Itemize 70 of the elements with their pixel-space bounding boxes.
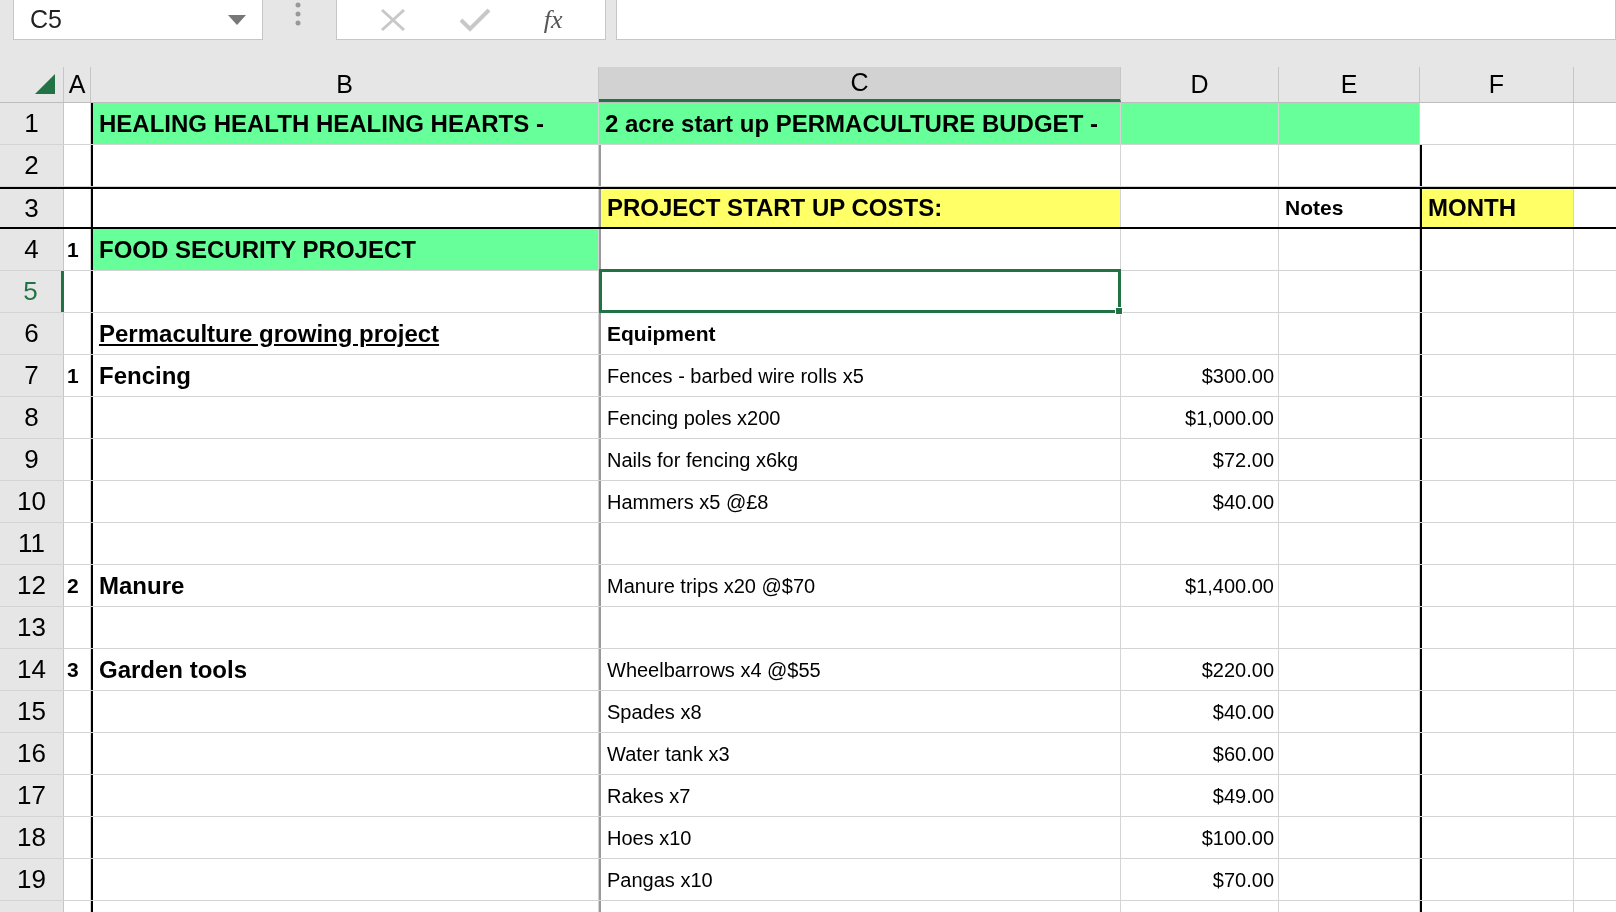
cell-text: $1,400.00 [1185, 573, 1275, 599]
cell-text: Water tank x3 [606, 741, 730, 767]
cell-text: Rakes x7 [606, 783, 691, 809]
row-header[interactable]: 5 [0, 271, 64, 312]
cell-text: Spades x8 [606, 699, 702, 725]
row-header[interactable]: 1 [0, 103, 64, 144]
row-header[interactable]: 7 [0, 355, 64, 396]
name-box[interactable]: C5 [13, 0, 263, 40]
insert-function-button[interactable]: fx [543, 0, 563, 39]
cell-text: $100.00 [1201, 825, 1275, 851]
cell-text: 2 [66, 572, 79, 599]
cell-text: Equipment [606, 320, 716, 347]
cell-text: $70.00 [1212, 867, 1275, 893]
column-header[interactable]: A [64, 67, 91, 102]
row-header[interactable]: 19 [0, 859, 64, 900]
cell-text: Manure [98, 570, 185, 601]
cell-text: $40.00 [1212, 699, 1275, 725]
cell-text: $300.00 [1201, 363, 1275, 389]
row-header[interactable]: 16 [0, 733, 64, 774]
cell-text: Permaculture growing project [98, 318, 440, 349]
cell-text: Garden tools [98, 654, 248, 685]
cell-text: Hammers x5 @£8 [606, 489, 769, 515]
row-header[interactable]: 18 [0, 817, 64, 858]
row-header[interactable]: 6 [0, 313, 64, 354]
cell-text: 1 [66, 236, 79, 263]
cell-text: $220.00 [1201, 657, 1275, 683]
cell-text: MONTH [1427, 193, 1516, 223]
cell-text: Pangas x10 [606, 867, 713, 893]
column-header[interactable]: D [1121, 67, 1279, 102]
close-icon[interactable] [379, 7, 406, 32]
cell-reference: C5 [30, 3, 62, 35]
column-header[interactable]: C [599, 67, 1121, 102]
row-header[interactable]: 15 [0, 691, 64, 732]
cell-text: $72.00 [1212, 447, 1275, 473]
row-header[interactable]: 8 [0, 397, 64, 438]
cell-text: Nails for fencing x6kg [606, 447, 799, 473]
formula-input[interactable] [616, 0, 1616, 40]
cell-text: PROJECT START UP COSTS: [606, 193, 943, 223]
cell-text: Manure trips x20 @$70 [606, 573, 816, 599]
cell-text: Wheelbarrows x4 @$55 [606, 657, 821, 683]
row-header[interactable]: 10 [0, 481, 64, 522]
drag-handle-icon[interactable] [295, 2, 301, 26]
row-header[interactable]: 9 [0, 439, 64, 480]
cell-text: 3 [66, 656, 79, 683]
cell-text: 2 acre start up PERMACULTURE BUDGET - [604, 108, 1098, 139]
cell-text: Fences - barbed wire rolls x5 [606, 363, 864, 389]
cell-text: Fencing poles x200 [606, 405, 781, 431]
row-header[interactable]: 11 [0, 523, 64, 564]
cell-text: HEALING HEALTH HEALING HEARTS - [98, 108, 544, 139]
cell-text: $40.00 [1212, 489, 1275, 515]
row-header[interactable]: 17 [0, 775, 64, 816]
cell-text: 1 [66, 362, 79, 389]
column-header[interactable]: E [1279, 67, 1420, 102]
row-header[interactable]: 13 [0, 607, 64, 648]
row-header[interactable]: 12 [0, 565, 64, 606]
row-header[interactable]: 14 [0, 649, 64, 690]
triangle-icon [35, 74, 55, 94]
row-header[interactable]: 3 [0, 189, 64, 227]
checkmark-icon[interactable] [458, 7, 491, 32]
dropdown-caret-icon[interactable] [228, 14, 246, 25]
cell-text: Hoes x10 [606, 825, 692, 851]
cell-text: Notes [1284, 195, 1344, 222]
cell-text: Fencing [98, 360, 191, 391]
cell-text: $60.00 [1212, 741, 1275, 767]
cell-text: $49.00 [1212, 783, 1275, 809]
row-header[interactable]: 4 [0, 229, 64, 270]
row-header[interactable]: 2 [0, 145, 64, 186]
column-header[interactable]: F [1420, 67, 1574, 102]
cell-text: $1,000.00 [1185, 405, 1275, 431]
cell-text: FOOD SECURITY PROJECT [98, 234, 416, 265]
